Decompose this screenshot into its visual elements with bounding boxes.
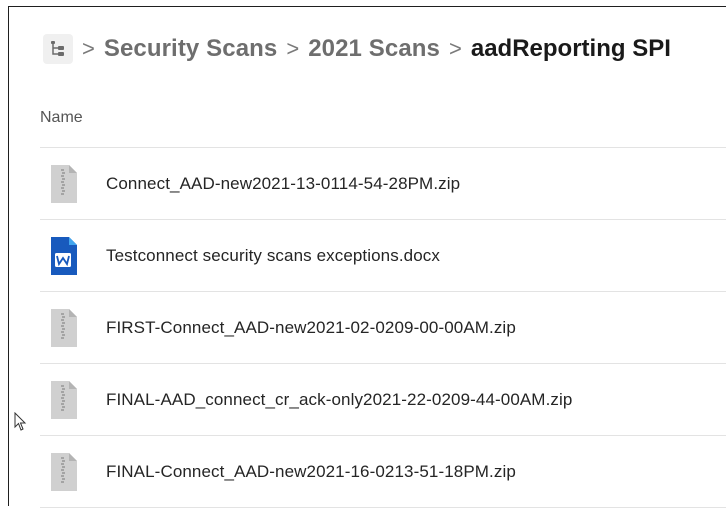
zip-file-icon bbox=[51, 452, 77, 491]
file-name[interactable]: FINAL-AAD_connect_cr_ack-only2021-22-020… bbox=[106, 390, 572, 410]
file-name[interactable]: FIRST-Connect_AAD-new2021-02-0209-00-00A… bbox=[106, 318, 516, 338]
file-name[interactable]: Connect_AAD-new2021-13-0114-54-28PM.zip bbox=[106, 174, 460, 194]
file-row[interactable]: FIRST-Connect_AAD-new2021-02-0209-00-00A… bbox=[40, 292, 726, 364]
mouse-pointer-icon bbox=[14, 412, 27, 431]
file-name[interactable]: Testconnect security scans exceptions.do… bbox=[106, 246, 440, 266]
breadcrumb-separator: > bbox=[286, 36, 300, 61]
breadcrumb-separator: > bbox=[449, 36, 462, 61]
file-row[interactable]: FINAL-AAD_connect_cr_ack-only2021-22-020… bbox=[40, 364, 726, 436]
file-name[interactable]: FINAL-Connect_AAD-new2021-16-0213-51-18P… bbox=[106, 462, 516, 482]
file-row[interactable]: Testconnect security scans exceptions.do… bbox=[40, 220, 726, 292]
breadcrumb: > Security Scans > 2021 Scans > aadRepor… bbox=[43, 29, 671, 69]
column-header-name[interactable]: Name bbox=[40, 109, 83, 127]
file-browser-window: > Security Scans > 2021 Scans > aadRepor… bbox=[8, 6, 726, 508]
file-row[interactable]: FINAL-Connect_AAD-new2021-16-0213-51-18P… bbox=[40, 436, 726, 508]
word-document-icon bbox=[51, 236, 77, 275]
file-row[interactable]: Connect_AAD-new2021-13-0114-54-28PM.zip bbox=[40, 148, 726, 220]
zip-file-icon bbox=[51, 164, 77, 203]
breadcrumb-item-2021-scans[interactable]: 2021 Scans bbox=[308, 35, 440, 63]
breadcrumb-item-security-scans[interactable]: Security Scans bbox=[104, 35, 278, 63]
zip-file-icon bbox=[51, 308, 77, 347]
breadcrumb-current-folder: aadReporting SPI bbox=[470, 35, 671, 62]
breadcrumb-separator: > bbox=[82, 36, 95, 61]
folder-tree-icon[interactable] bbox=[43, 34, 73, 64]
zip-file-icon bbox=[51, 380, 77, 419]
file-list: Connect_AAD-new2021-13-0114-54-28PM.zip … bbox=[40, 148, 726, 508]
